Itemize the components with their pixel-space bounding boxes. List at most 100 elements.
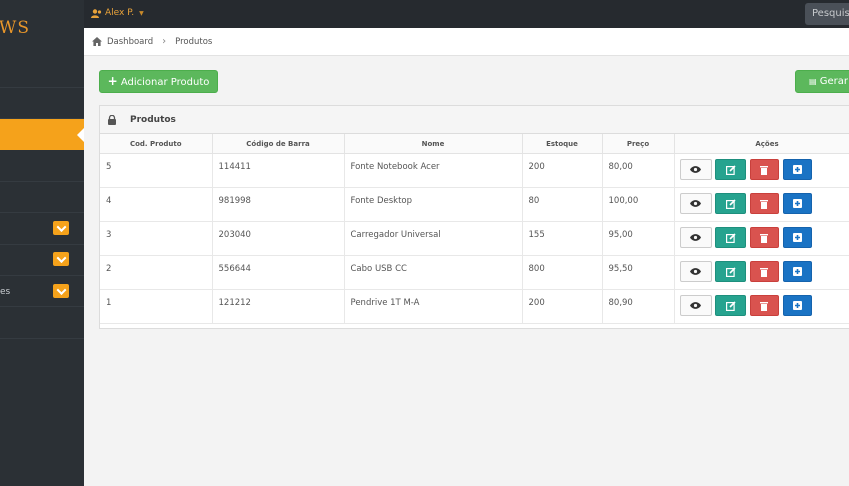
cell-cod: 1 [100, 289, 213, 324]
edit-button[interactable] [715, 159, 747, 180]
plus-square-icon [792, 233, 802, 242]
sidebar-divider [0, 338, 84, 339]
add-product-label: Adicionar Produto [120, 77, 210, 88]
cell-barcode: 556644 [212, 255, 345, 290]
edit-icon [725, 300, 736, 311]
add-stock-button[interactable] [782, 295, 812, 316]
trash-icon [760, 267, 769, 277]
cell-actions [674, 289, 849, 324]
cell-cod: 2 [100, 255, 213, 290]
plus-square-icon [792, 301, 802, 310]
add-product-button[interactable]: + Adicionar Produto [99, 70, 218, 93]
products-panel: Produtos Cod. Produto Código de Barra No… [99, 105, 849, 329]
plus-icon: + [107, 74, 118, 88]
sidebar-item-label[interactable]: es [0, 287, 10, 297]
delete-button[interactable] [749, 159, 779, 180]
table-header-row: Cod. Produto Código de Barra Nome Estoqu… [100, 134, 849, 154]
cell-cod: 4 [100, 187, 213, 222]
edit-icon [725, 266, 736, 277]
cell-preco: 100,00 [602, 187, 675, 222]
eye-icon [690, 268, 701, 275]
cell-barcode: 981998 [212, 187, 345, 222]
column-header[interactable]: Estoque [522, 134, 603, 154]
products-table: Cod. Produto Código de Barra Nome Estoqu… [100, 134, 849, 324]
edit-button[interactable] [715, 193, 747, 214]
eye-icon [690, 302, 701, 309]
column-header[interactable]: Código de Barra [212, 134, 345, 154]
view-button[interactable] [679, 261, 712, 282]
eye-icon [690, 200, 701, 207]
add-stock-button[interactable] [782, 261, 812, 282]
cell-preco: 95,50 [602, 255, 675, 290]
sidebar-divider [0, 181, 84, 182]
trash-icon [760, 233, 769, 243]
caret-down-icon: ▼ [139, 9, 144, 17]
cell-nome: Fonte Notebook Acer [344, 153, 523, 188]
edit-icon [725, 198, 736, 209]
add-stock-button[interactable] [782, 227, 812, 248]
sidebar-divider [0, 87, 84, 88]
delete-button[interactable] [749, 227, 779, 248]
cell-nome: Pendrive 1T M-A [344, 289, 523, 324]
sidebar-expand-icon[interactable] [53, 284, 69, 298]
cell-preco: 80,00 [602, 153, 675, 188]
cell-estoque: 800 [522, 255, 603, 290]
user-menu[interactable]: Alex P. ▼ [91, 8, 144, 18]
cell-barcode: 114411 [212, 153, 345, 188]
main-content: Dashboard › Produtos + Adicionar Produto… [84, 28, 849, 486]
sidebar-divider [0, 212, 84, 213]
edit-button[interactable] [715, 261, 747, 282]
user-name: Alex P. [105, 8, 135, 18]
logo-text: OWS [0, 18, 30, 38]
view-button[interactable] [679, 193, 712, 214]
cell-cod: 5 [100, 153, 213, 188]
search-input[interactable]: Pesquisar [805, 3, 849, 25]
cell-actions [674, 221, 849, 256]
table-row: 5 114411 Fonte Notebook Acer 200 80,00 [100, 153, 849, 188]
table-row: 3 203040 Carregador Universal 155 95,00 [100, 221, 849, 256]
sidebar-expand-icon[interactable] [53, 252, 69, 266]
table-row: 4 981998 Fonte Desktop 80 100,00 [100, 187, 849, 222]
view-button[interactable] [679, 227, 712, 248]
panel-header: Produtos [100, 106, 849, 134]
sidebar-expand-icon[interactable] [53, 221, 69, 235]
add-stock-button[interactable] [782, 193, 812, 214]
generate-button[interactable]: ▤ Gerar [795, 70, 849, 93]
column-header[interactable]: Cod. Produto [100, 134, 213, 154]
eye-icon [690, 234, 701, 241]
top-navbar: Alex P. ▼ Pesquisar [0, 0, 849, 28]
cell-preco: 80,90 [602, 289, 675, 324]
trash-icon [760, 165, 769, 175]
view-button[interactable] [679, 295, 712, 316]
cell-estoque: 200 [522, 289, 603, 324]
chevron-right-icon: › [162, 36, 167, 47]
user-icon [91, 8, 102, 18]
cell-nome: Carregador Universal [344, 221, 523, 256]
edit-button[interactable] [715, 295, 747, 316]
delete-button[interactable] [749, 295, 779, 316]
delete-button[interactable] [749, 193, 779, 214]
cell-cod: 3 [100, 221, 213, 256]
delete-button[interactable] [749, 261, 779, 282]
cell-barcode: 203040 [212, 221, 345, 256]
view-button[interactable] [679, 159, 712, 180]
plus-square-icon [792, 165, 802, 174]
add-stock-button[interactable] [782, 159, 812, 180]
column-header[interactable]: Nome [344, 134, 523, 154]
cell-actions [674, 187, 849, 222]
cell-actions [674, 153, 849, 188]
column-header: Ações [674, 134, 849, 154]
edit-button[interactable] [715, 227, 747, 248]
sidebar-divider [0, 275, 84, 276]
sidebar-item-active[interactable] [0, 119, 84, 150]
breadcrumb-dashboard-link[interactable]: Dashboard [107, 37, 153, 47]
column-header[interactable]: Preço [602, 134, 675, 154]
brand-logo[interactable]: OWS [0, 0, 84, 56]
cell-nome: Fonte Desktop [344, 187, 523, 222]
plus-square-icon [792, 267, 802, 276]
cell-estoque: 200 [522, 153, 603, 188]
table-row: 1 121212 Pendrive 1T M-A 200 80,90 [100, 289, 849, 324]
panel-title: Produtos [130, 114, 176, 125]
cell-preco: 95,00 [602, 221, 675, 256]
table-row: 2 556644 Cabo USB CC 800 95,50 [100, 255, 849, 290]
